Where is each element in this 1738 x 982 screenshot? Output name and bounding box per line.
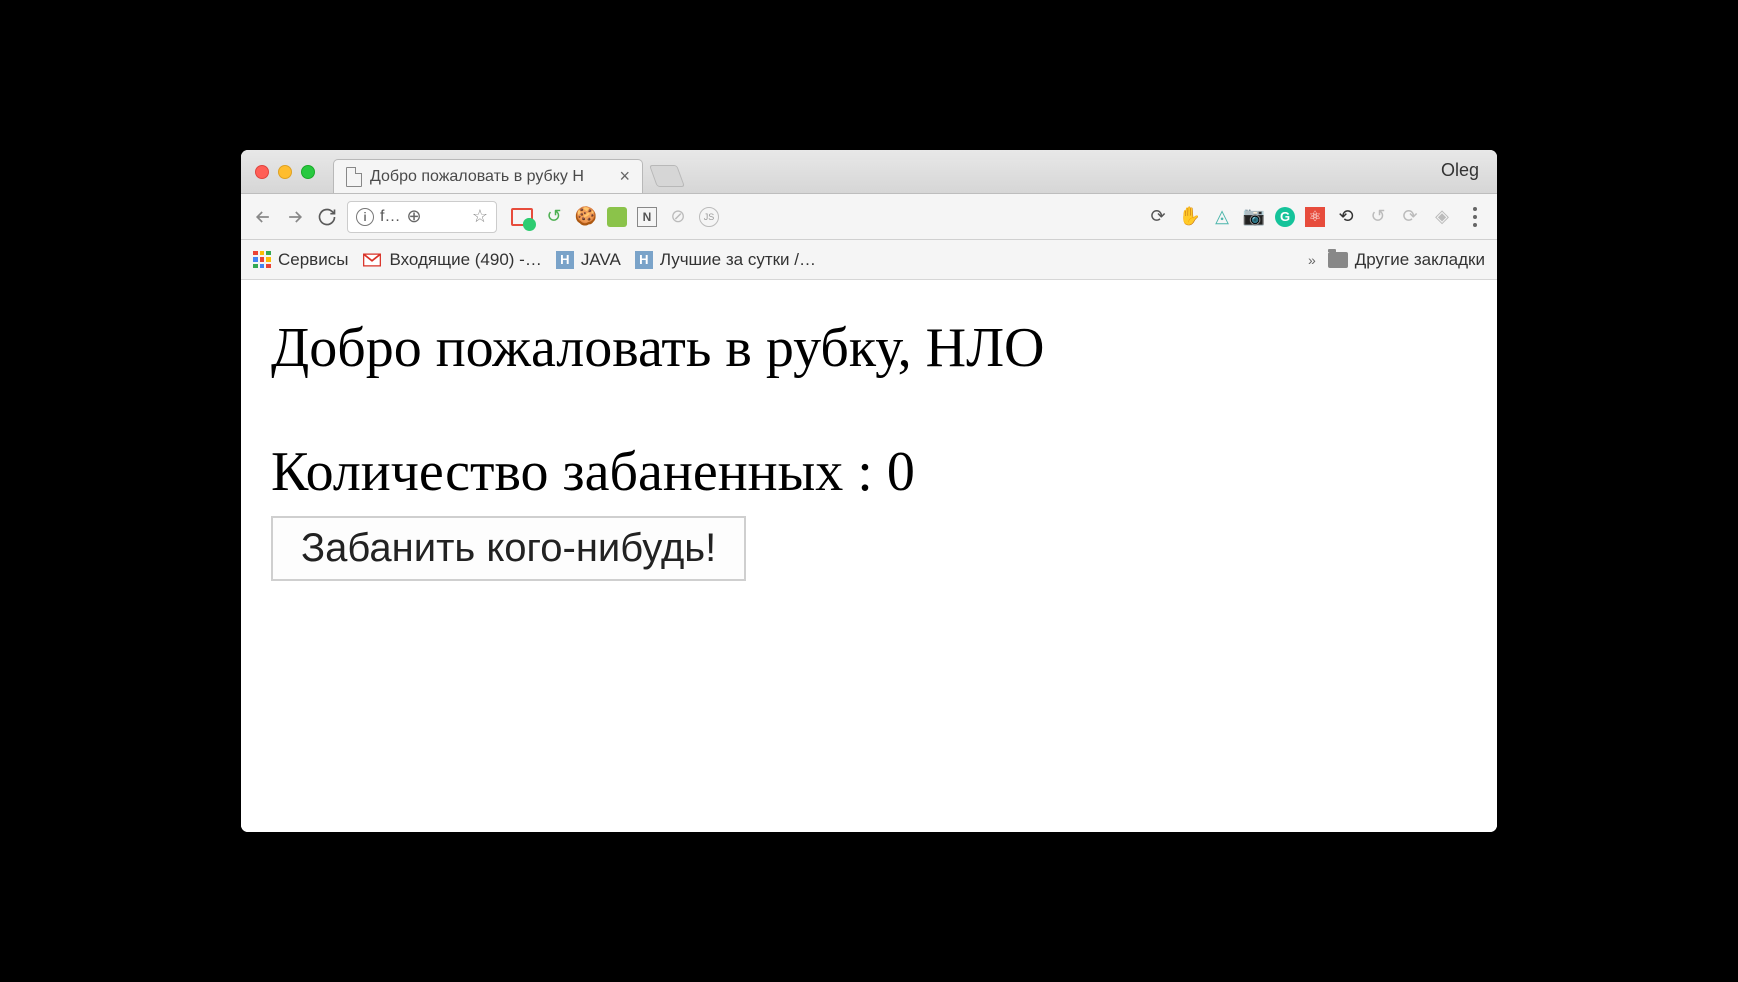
minimize-window-button[interactable] [278,165,292,179]
banned-count-heading: Количество забаненных : 0 [271,440,1467,504]
titlebar: Добро пожаловать в рубку Н × Oleg [241,150,1497,194]
tab-strip: Добро пожаловать в рубку Н × [333,150,681,193]
bookmarks-overflow-button[interactable]: » [1308,252,1316,268]
extension-refresh-icon[interactable]: ⟳ [1147,206,1169,228]
url-text: f… [380,208,400,226]
extension-hand-icon[interactable]: ✋ [1179,206,1201,228]
forward-button[interactable] [283,205,307,229]
document-icon [346,167,362,187]
habr-icon: H [635,251,653,269]
bookmark-label: Сервисы [278,250,348,270]
extension-js-icon[interactable]: JS [699,207,719,227]
bookmark-star-icon[interactable]: ☆ [472,206,488,227]
extension-notion-icon[interactable]: N [637,207,657,227]
address-bar[interactable]: i f… ⊕ ☆ [347,201,497,233]
extension-sync-icon[interactable]: ⟲ [1335,206,1357,228]
extensions-row: 8 ↺ 🍪 N ⊘ JS ⟳ ✋ ◬ 📷 G ⚛ ⟲ ↺ ⟳ ◈ [511,206,1487,228]
tab-title: Добро пожаловать в рубку Н [370,168,584,186]
gmail-icon [362,252,382,268]
extension-history-icon[interactable]: ↺ [1367,206,1389,228]
bookmark-gmail[interactable]: Входящие (490) -… [362,250,541,270]
site-info-icon[interactable]: i [356,208,374,226]
extension-badge: 8 [523,218,536,231]
extension-diamond-icon[interactable]: ◈ [1431,206,1453,228]
ban-someone-button[interactable]: Забанить кого-нибудь! [271,516,746,581]
window-controls [241,165,315,179]
bookmark-habr-daily[interactable]: H Лучшие за сутки /… [635,250,816,270]
extension-red-atom-icon[interactable]: ⚛ [1305,207,1325,227]
close-window-button[interactable] [255,165,269,179]
other-bookmarks-button[interactable]: Другие закладки [1328,250,1485,270]
extension-cookie-icon[interactable]: 🍪 [575,206,597,228]
bookmark-apps[interactable]: Сервисы [253,250,348,270]
extension-green-square-icon[interactable] [607,207,627,227]
page-content: Добро пожаловать в рубку, НЛО Количество… [241,280,1497,832]
bookmarks-bar: Сервисы Входящие (490) -… H JAVA H Лучши… [241,240,1497,280]
extension-undo-icon[interactable]: ↺ [543,206,565,228]
back-button[interactable] [251,205,275,229]
extension-grammarly-icon[interactable]: G [1275,207,1295,227]
banned-count-value: 0 [887,441,915,503]
browser-window: Добро пожаловать в рубку Н × Oleg i f… ⊕… [241,150,1497,832]
bookmark-label: Лучшие за сутки /… [660,250,816,270]
extension-drop-icon[interactable]: ◬ [1211,206,1233,228]
chrome-menu-button[interactable] [1463,207,1487,227]
profile-name[interactable]: Oleg [1441,160,1479,181]
bookmark-label: Другие закладки [1355,250,1485,270]
banned-count-label: Количество забаненных : [271,441,887,503]
reload-button[interactable] [315,205,339,229]
maximize-window-button[interactable] [301,165,315,179]
page-heading: Добро пожаловать в рубку, НЛО [271,316,1467,380]
extension-loop-icon[interactable]: ⟳ [1399,206,1421,228]
zoom-icon[interactable]: ⊕ [406,206,421,227]
bookmark-label: Входящие (490) -… [389,250,541,270]
browser-tab[interactable]: Добро пожаловать в рубку Н × [333,159,643,193]
extension-camera-icon[interactable]: 📷 [1243,206,1265,228]
toolbar: i f… ⊕ ☆ 8 ↺ 🍪 N ⊘ JS ⟳ ✋ ◬ 📷 G ⚛ ⟲ ↺ ⟳ … [241,194,1497,240]
bookmark-label: JAVA [581,250,621,270]
apps-grid-icon [253,251,271,269]
new-tab-button[interactable] [649,165,685,187]
extension-shopping-icon[interactable]: 8 [511,206,533,228]
tab-close-button[interactable]: × [619,166,630,187]
bookmark-java[interactable]: H JAVA [556,250,621,270]
extension-disabled-circle-icon[interactable]: ⊘ [667,206,689,228]
habr-icon: H [556,251,574,269]
folder-icon [1328,252,1348,268]
